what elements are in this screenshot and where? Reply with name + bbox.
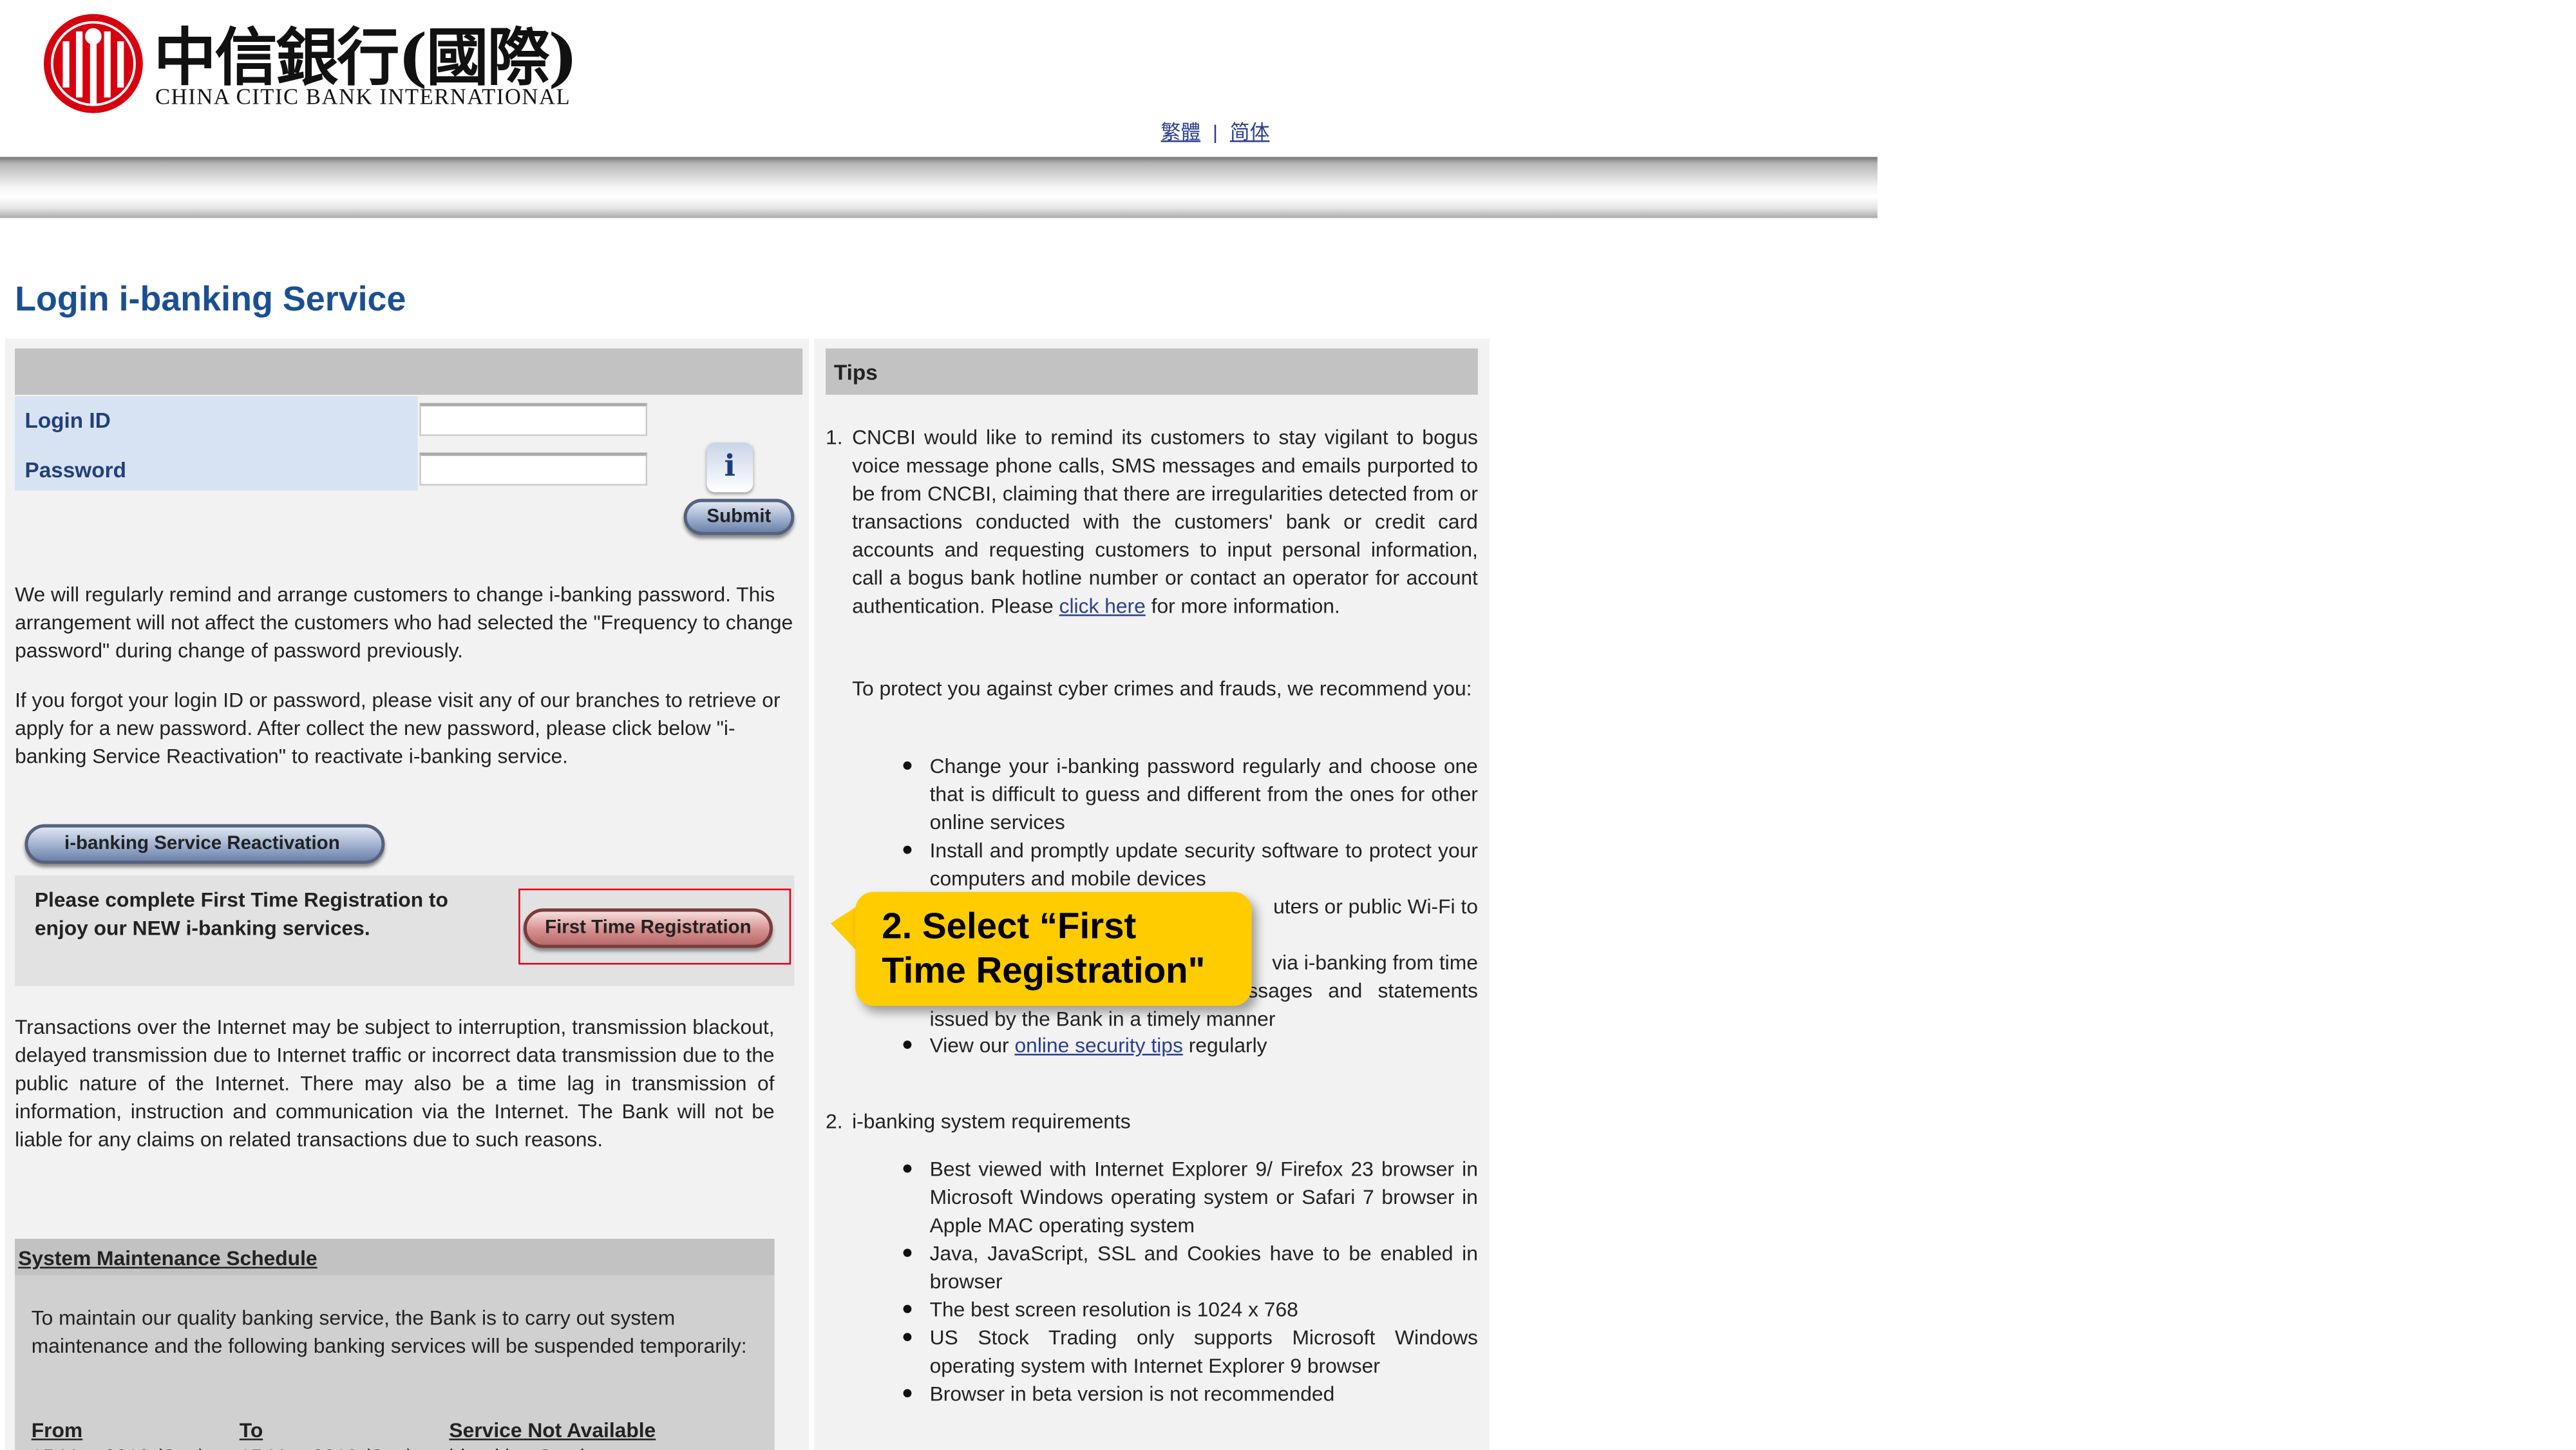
login-id-input[interactable] (419, 403, 648, 436)
callout-line-2: Time Registration" (882, 949, 1206, 991)
tip-bullet-3-fragment: uters or public Wi-Fi to (1273, 895, 1478, 919)
req-item-5: Browser in beta version is not recommend… (929, 1382, 1335, 1406)
tip-bullet-4-fragment-3: issued by the Bank in a timely manner (929, 1007, 1276, 1031)
tip-bullet-2: Install and promptly update security sof… (929, 839, 1478, 891)
tip2-title: i-banking system requirements (852, 1110, 1131, 1133)
tip1-pre: CNCBI would like to remind its customers… (852, 426, 1478, 618)
submit-button[interactable]: Submit (683, 499, 795, 535)
maintenance-intro: To maintain our quality banking service,… (31, 1306, 747, 1358)
click-here-link[interactable]: click here (1059, 595, 1146, 618)
bullet5-post: regularly (1188, 1034, 1267, 1058)
maintenance-col-service: Service Not Available (449, 1418, 656, 1442)
bullet-dot (903, 761, 912, 770)
password-input[interactable] (419, 452, 648, 486)
internet-disclaimer-text: Transactions over the Internet may be su… (15, 1015, 775, 1152)
bullet-dot (903, 1333, 912, 1342)
req-item-2: Java, JavaScript, SSL and Cookies have t… (929, 1242, 1478, 1293)
callout-pointer (830, 905, 859, 953)
header-gradient-bar (0, 157, 1878, 218)
bullet5-pre: View our (929, 1034, 1009, 1058)
login-id-label: Login ID (24, 408, 111, 433)
tip2-number: 2. (826, 1110, 843, 1133)
tip-bullet-4-fragment-2: ssages and statements (1247, 979, 1478, 1003)
tip-bullet-5: View our online security tips regularly (930, 1033, 1267, 1061)
password-reminder-text: We will regularly remind and arrange cus… (15, 583, 793, 663)
maintenance-col-from: From (31, 1418, 83, 1442)
tip1-number: 1. (826, 426, 843, 450)
first-time-registration-button[interactable]: First Time Registration (523, 908, 773, 948)
bullet-dot (903, 1164, 912, 1173)
tip1-post: for more information. (1151, 595, 1340, 618)
tips-header (826, 348, 1478, 395)
instruction-callout: 2. Select “First Time Registration" (855, 892, 1252, 1006)
maintenance-title[interactable]: System Maintenance Schedule (18, 1245, 317, 1274)
bullet-dot (903, 1040, 912, 1049)
logo-english-text: CHINA CITIC BANK INTERNATIONAL (155, 84, 571, 110)
bullet-dot (903, 1248, 912, 1257)
page-title: Login i-banking Service (15, 280, 406, 319)
forgot-password-text: If you forgot your login ID or password,… (15, 689, 781, 768)
reactivation-button[interactable]: i-banking Service Reactivation (24, 824, 385, 864)
maintenance-col-to: To (239, 1418, 263, 1442)
req-item-4: US Stock Trading only supports Microsoft… (929, 1326, 1478, 1378)
bullet-dot (903, 1304, 912, 1313)
virtual-keyboard-info-button[interactable]: i (706, 443, 753, 493)
tip-bullet-4-fragment-1: via i-banking from time (1272, 951, 1478, 975)
callout-line-1: 2. Select “First (882, 905, 1137, 947)
req-item-3: The best screen resolution is 1024 x 768 (929, 1298, 1298, 1322)
tip1-text: CNCBI would like to remind its customers… (852, 425, 1478, 621)
registration-prompt: Please complete First Time Registration … (34, 888, 448, 940)
lang-simplified-link[interactable]: 简体 (1230, 120, 1270, 144)
citic-logo-icon (41, 12, 146, 116)
lang-separator: | (1212, 120, 1218, 144)
protect-intro: To protect you against cyber crimes and … (852, 677, 1472, 701)
lang-traditional-link[interactable]: 繁體 (1161, 120, 1201, 144)
tip-bullet-1: Change your i-banking password regularly… (929, 754, 1478, 834)
req-item-1: Best viewed with Internet Explorer 9/ Fi… (929, 1158, 1478, 1237)
bullet-dot (903, 1389, 912, 1398)
bullet-dot (903, 845, 912, 854)
online-security-tips-link[interactable]: online security tips (1014, 1034, 1182, 1057)
password-label: Password (24, 457, 126, 482)
tips-title: Tips (833, 359, 878, 385)
info-icon: i (724, 449, 736, 484)
login-panel-header (15, 348, 803, 395)
language-switcher: 繁體 | 简体 (1161, 117, 1270, 146)
